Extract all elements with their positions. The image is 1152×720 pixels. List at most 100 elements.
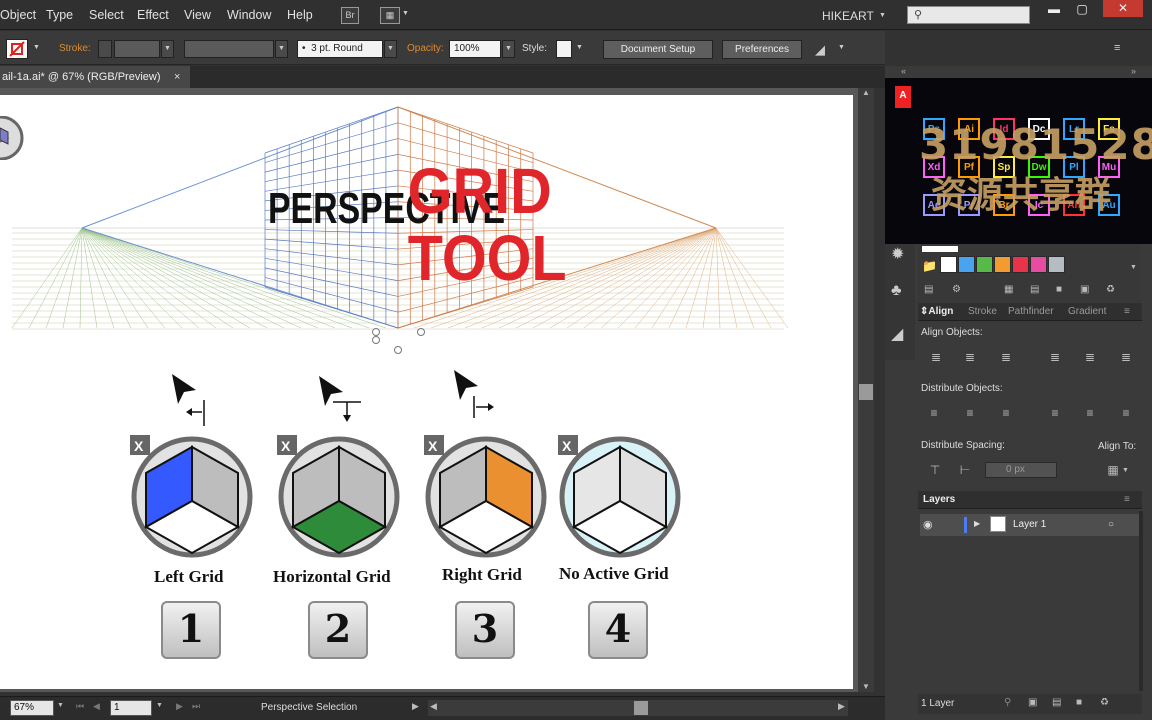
- layer-row[interactable]: ◉ ▶ Layer 1 ○: [920, 514, 1139, 536]
- menu-view[interactable]: View: [184, 8, 211, 22]
- menu-select[interactable]: Select: [89, 8, 124, 22]
- variable-width-field[interactable]: [184, 40, 274, 58]
- expand-layer-icon[interactable]: ▶: [974, 519, 980, 528]
- clipping-mask-icon[interactable]: ▣: [1028, 697, 1037, 708]
- swatch-libraries-icon[interactable]: ▤: [924, 284, 933, 295]
- locate-object-icon[interactable]: ⚲: [1004, 697, 1011, 708]
- vertical-distribute-space-icon[interactable]: ⊤: [926, 461, 944, 479]
- grid-handle[interactable]: [372, 336, 380, 344]
- spacing-value-field[interactable]: 0 px: [985, 462, 1057, 478]
- horizontal-distribute-space-icon[interactable]: ⊢: [956, 461, 974, 479]
- layer-name[interactable]: Layer 1: [1013, 519, 1046, 530]
- swatch[interactable]: [1012, 256, 1029, 273]
- panel-menu-icon[interactable]: ≡: [1124, 306, 1130, 317]
- align-left-icon[interactable]: ≣: [927, 348, 945, 366]
- grid-handle[interactable]: [394, 346, 402, 354]
- menu-help[interactable]: Help: [287, 8, 313, 22]
- swatch[interactable]: [1030, 256, 1047, 273]
- chevron-down-icon[interactable]: ▼: [879, 12, 886, 19]
- swatch[interactable]: [1048, 256, 1065, 273]
- chevron-down-icon[interactable]: ▼: [502, 40, 515, 58]
- tab-layers[interactable]: Layers: [923, 494, 955, 505]
- stroke-stepper[interactable]: [98, 40, 112, 58]
- status-menu-icon[interactable]: ▶: [412, 701, 419, 712]
- search-input[interactable]: ⚲: [907, 6, 1030, 24]
- artboard-number-field[interactable]: 1: [110, 700, 152, 716]
- tab-pathfinder[interactable]: Pathfinder: [1008, 306, 1054, 317]
- control-menu-icon[interactable]: ≡: [1114, 42, 1120, 54]
- stroke-weight-field[interactable]: [114, 40, 160, 58]
- close-icon[interactable]: X: [281, 438, 291, 454]
- distribute-horizontal-center-icon[interactable]: ≡: [1081, 404, 1099, 422]
- distribute-vertical-center-icon[interactable]: ≡: [961, 404, 979, 422]
- expand-panels-icon[interactable]: »: [1131, 66, 1136, 76]
- vertical-scrollbar[interactable]: ▲ ▼: [858, 88, 874, 692]
- document-tab[interactable]: ail-1a.ai* @ 67% (RGB/Preview) ×: [0, 66, 190, 88]
- scroll-right-icon[interactable]: ▶: [838, 701, 845, 712]
- align-top-icon[interactable]: ≣: [1046, 348, 1064, 366]
- layers-scrollbar[interactable]: [1139, 511, 1143, 691]
- distribute-bottom-icon[interactable]: ≡: [997, 404, 1015, 422]
- window-minimize-button[interactable]: ▬: [1043, 3, 1065, 17]
- arrange-icon[interactable]: ◢: [815, 42, 825, 58]
- chevron-down-icon[interactable]: ▼: [838, 44, 845, 51]
- window-restore-button[interactable]: ▢: [1071, 3, 1093, 17]
- chevron-down-icon[interactable]: ▼: [161, 40, 174, 58]
- menu-type[interactable]: Type: [46, 8, 73, 22]
- collapse-panels-icon[interactable]: «: [901, 66, 906, 76]
- chevron-down-icon[interactable]: ▼: [156, 702, 163, 709]
- close-icon[interactable]: ×: [174, 66, 180, 88]
- align-horizontal-center-icon[interactable]: ≣: [961, 348, 979, 366]
- chevron-down-icon[interactable]: ▼: [402, 10, 409, 17]
- new-layer-icon[interactable]: ■: [1076, 697, 1082, 708]
- grid-handle[interactable]: [372, 328, 380, 336]
- chevron-down-icon[interactable]: ▼: [573, 40, 586, 58]
- zoom-field[interactable]: 67%: [10, 700, 54, 716]
- stroke-swatch[interactable]: [6, 39, 28, 59]
- layer-target-icon[interactable]: ○: [1108, 519, 1114, 530]
- arrange-documents-icon[interactable]: ▦: [380, 7, 400, 24]
- menu-effect[interactable]: Effect: [137, 8, 169, 22]
- graphic-styles-icon[interactable]: ♣: [891, 282, 902, 300]
- swatch-options-icon[interactable]: ⚙: [952, 284, 961, 295]
- new-sublayer-icon[interactable]: ▤: [1052, 697, 1061, 708]
- preferences-button[interactable]: Preferences: [722, 40, 802, 59]
- plane-switching-widget[interactable]: [0, 116, 26, 160]
- delete-layer-icon[interactable]: ♻: [1100, 697, 1109, 708]
- panel-menu-icon[interactable]: ≡: [1124, 494, 1130, 505]
- appearance-icon[interactable]: ◢: [891, 324, 903, 344]
- first-artboard-icon[interactable]: ⏮: [76, 701, 84, 712]
- previous-artboard-icon[interactable]: ◀: [93, 701, 100, 712]
- new-swatch-icon[interactable]: ▣: [1080, 284, 1089, 295]
- last-artboard-icon[interactable]: ⏭: [192, 701, 200, 712]
- scroll-thumb[interactable]: [859, 384, 873, 400]
- new-group-icon[interactable]: ■: [1056, 284, 1062, 295]
- symbols-icon[interactable]: ✹: [891, 244, 904, 264]
- close-icon[interactable]: X: [428, 438, 438, 454]
- swatch[interactable]: [922, 246, 958, 252]
- tab-gradient[interactable]: Gradient: [1068, 306, 1106, 317]
- close-icon[interactable]: X: [134, 438, 144, 454]
- swatch[interactable]: [976, 256, 993, 273]
- align-bottom-icon[interactable]: ≣: [1117, 348, 1135, 366]
- style-swatch[interactable]: [556, 40, 572, 58]
- grid-handle[interactable]: [417, 328, 425, 336]
- distribute-right-icon[interactable]: ≡: [1117, 404, 1135, 422]
- scroll-left-icon[interactable]: ◀: [430, 701, 437, 712]
- visibility-eye-icon[interactable]: ◉: [923, 518, 933, 531]
- menu-window[interactable]: Window: [227, 8, 271, 22]
- align-right-icon[interactable]: ≣: [997, 348, 1015, 366]
- window-close-button[interactable]: ✕: [1103, 0, 1143, 17]
- chevron-down-icon[interactable]: ▼: [275, 40, 288, 58]
- scroll-down-icon[interactable]: ▼: [1130, 264, 1137, 271]
- tab-align[interactable]: ⇕Align: [920, 306, 953, 317]
- align-to-selection-icon[interactable]: ▦: [1104, 461, 1122, 479]
- chevron-down-icon[interactable]: ▼: [384, 40, 397, 58]
- chevron-down-icon[interactable]: ▼: [33, 44, 40, 51]
- next-artboard-icon[interactable]: ▶: [176, 701, 183, 712]
- scroll-down-icon[interactable]: ▼: [862, 682, 870, 691]
- swatch-list-icon[interactable]: ▤: [1030, 284, 1039, 295]
- delete-swatch-icon[interactable]: ♻: [1106, 284, 1115, 295]
- distribute-left-icon[interactable]: ≡: [1046, 404, 1064, 422]
- menu-object[interactable]: Object: [0, 8, 36, 22]
